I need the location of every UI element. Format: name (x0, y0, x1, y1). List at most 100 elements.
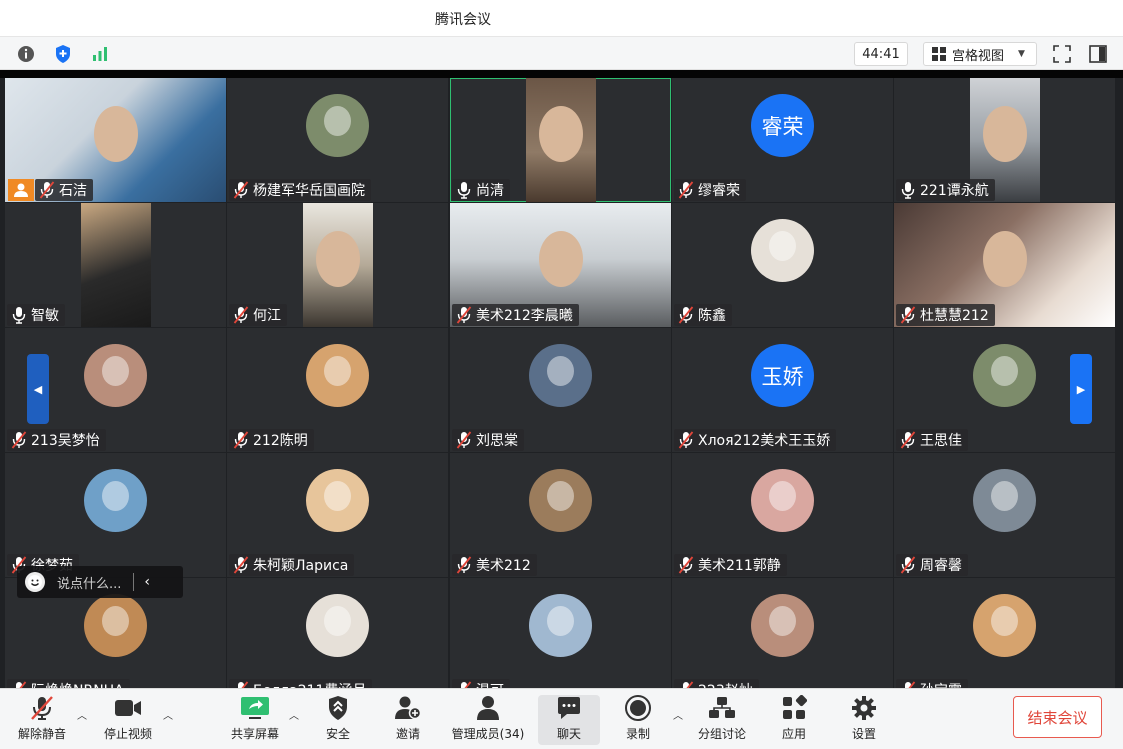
chat-input-placeholder[interactable]: 说点什么... (57, 573, 121, 592)
avatar-shape (102, 356, 129, 386)
video-grid: 石洁 杨建军华岳国画院 尚清 睿荣 缪睿荣 221谭永航智敏 何江 美术212李晨曦 陈鑫 杜慧慧… (0, 70, 1123, 688)
participant-name: 美术212 (476, 558, 531, 574)
avatar-shape (324, 356, 351, 386)
avatar-shape (102, 606, 129, 636)
mic-muted-icon (678, 181, 694, 199)
participant-tile[interactable]: 223赵灿 (672, 578, 893, 688)
manage-members-label: 管理成员(34) (451, 727, 525, 741)
invite-button[interactable]: 邀请 (382, 695, 434, 745)
manage-members-button[interactable]: 管理成员(34) (448, 695, 528, 745)
mic-muted-icon (11, 681, 27, 688)
participant-tile[interactable]: 美术212 (450, 453, 671, 577)
participant-tile[interactable]: Белла211费涵月 (227, 578, 448, 688)
breakout-button[interactable]: 分组讨论 (692, 695, 752, 745)
settings-button[interactable]: 设置 (838, 695, 890, 745)
mic-muted-icon (233, 681, 249, 688)
share-screen-button[interactable]: 共享屏幕 (224, 695, 286, 745)
stop-video-button[interactable]: 停止视频 (98, 695, 158, 745)
avatar-shape (324, 606, 351, 636)
person-figure (983, 106, 1027, 162)
fullscreen-icon[interactable] (1050, 42, 1074, 66)
participant-nametag: 阮焕焕NRNHA (7, 679, 130, 688)
emoji-icon[interactable] (25, 572, 45, 592)
participant-tile[interactable]: 温可 (450, 578, 671, 688)
avatar (751, 594, 814, 657)
participant-tile[interactable]: 杨建军华岳国画院 (227, 78, 448, 202)
share-screen-label: 共享屏幕 (230, 727, 279, 741)
participant-tile[interactable]: 美术212李晨曦 (450, 203, 671, 327)
video-feed (526, 78, 596, 202)
info-icon[interactable] (14, 42, 38, 66)
security-shield-icon (323, 695, 353, 721)
avatar (529, 469, 592, 532)
chevron-left-icon: ◀ (33, 382, 43, 396)
participant-tile[interactable]: 何江 (227, 203, 448, 327)
next-page-button[interactable]: ▶ (1070, 354, 1092, 424)
participant-name: 智敏 (31, 308, 59, 324)
stop-video-label: 停止视频 (103, 727, 152, 741)
participant-tile[interactable]: 212陈明 (227, 328, 448, 452)
avatar (306, 469, 369, 532)
view-mode-select[interactable]: 宫格视图 ▼ (923, 42, 1037, 66)
settings-label: 设置 (851, 727, 876, 741)
invite-label: 邀请 (395, 727, 420, 741)
participant-tile[interactable]: 朱柯颖Лариса (227, 453, 448, 577)
participant-tile[interactable]: 石洁 (5, 78, 226, 202)
person-figure (316, 231, 360, 287)
host-badge (8, 179, 34, 201)
chat-button[interactable]: 聊天 (538, 695, 600, 745)
participant-nametag: 温可 (452, 679, 510, 688)
participant-nametag: 尚清 (452, 179, 510, 201)
participant-tile[interactable]: 智敏 (5, 203, 226, 327)
end-meeting-button[interactable]: 结束会议 (1013, 696, 1102, 738)
participant-tile[interactable]: 221谭永航 (894, 78, 1115, 202)
avatar-shape (991, 606, 1018, 636)
participant-nametag: 刘思棠 (452, 429, 524, 451)
shield-icon[interactable] (51, 42, 75, 66)
avatar (306, 344, 369, 407)
sidebar-icon[interactable] (1086, 42, 1110, 66)
participant-tile[interactable]: 玉娇 Хлоя212美术王玉娇 (672, 328, 893, 452)
participant-tile[interactable]: 尚清 (450, 78, 671, 202)
apps-button[interactable]: 应用 (768, 695, 820, 745)
mic-muted-icon (900, 556, 916, 574)
mic-muted-icon (456, 431, 472, 449)
participant-tile[interactable]: 刘思棠 (450, 328, 671, 452)
top-toolbar: 44:41 宫格视图 ▼ (0, 36, 1123, 70)
view-mode-label: 宫格视图 (952, 48, 1005, 64)
security-button[interactable]: 安全 (312, 695, 364, 745)
avatar (529, 344, 592, 407)
avatar-shape (547, 481, 574, 511)
record-options-caret[interactable]: ︿ (671, 707, 685, 722)
signal-icon[interactable] (88, 42, 112, 66)
participant-tile[interactable]: 孙宝霞 (894, 578, 1115, 688)
video-options-caret[interactable]: ︿ (161, 707, 175, 722)
participant-tile[interactable]: 陈鑫 (672, 203, 893, 327)
mic-muted-icon (233, 431, 249, 449)
record-button[interactable]: 录制 (612, 695, 664, 745)
participant-tile[interactable]: 周睿馨 (894, 453, 1115, 577)
video-feed (303, 203, 373, 327)
participant-nametag: 石洁 (35, 179, 93, 201)
avatar (84, 469, 147, 532)
participant-tile[interactable]: 杜慧慧212 (894, 203, 1115, 327)
collapse-icon[interactable]: ‹ (144, 574, 150, 590)
participant-nametag: 杜慧慧212 (896, 304, 995, 326)
camera-icon (113, 695, 143, 721)
participant-tile[interactable]: 睿荣 缪睿荣 (672, 78, 893, 202)
participant-nametag: Белла211费涵月 (229, 679, 373, 688)
audio-options-caret[interactable]: ︿ (75, 707, 89, 722)
participant-tile[interactable]: 美术211郭静 (672, 453, 893, 577)
participant-tile[interactable]: 徐梦茹 (5, 453, 226, 577)
quick-chat-bar[interactable]: 说点什么... ‹ (17, 566, 183, 598)
avatar (84, 344, 147, 407)
share-options-caret[interactable]: ︿ (287, 707, 301, 722)
title-bar: 腾讯会议 (0, 0, 1123, 36)
participant-name: 朱柯颖Лариса (253, 558, 349, 574)
participant-name: 尚清 (476, 183, 504, 199)
participant-name: 缪睿荣 (698, 183, 740, 199)
unmute-button[interactable]: 解除静音 (12, 695, 72, 745)
avatar: 玉娇 (751, 344, 814, 407)
prev-page-button[interactable]: ◀ (27, 354, 49, 424)
avatar (306, 94, 369, 157)
